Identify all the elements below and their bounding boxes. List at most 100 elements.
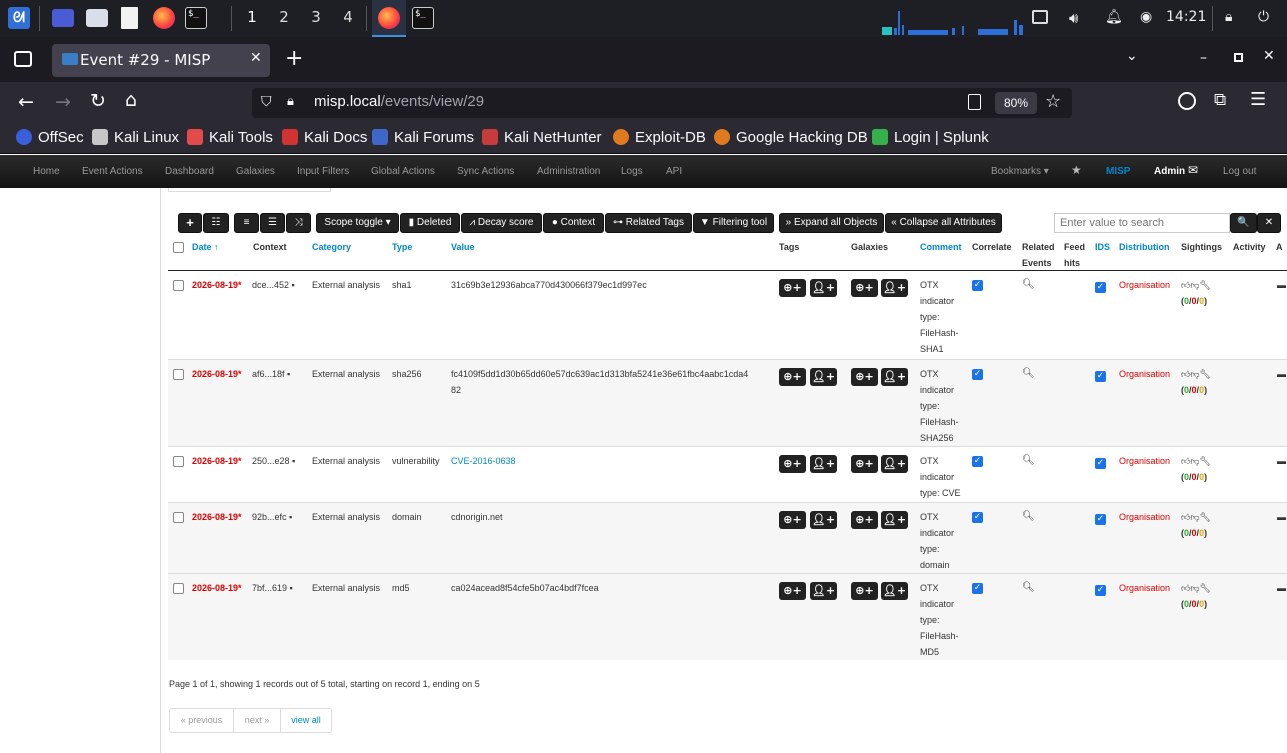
thumbs-down-icon[interactable]: 👎︎ bbox=[1190, 280, 1199, 290]
wrench-icon[interactable]: 🔧︎ bbox=[1200, 512, 1211, 522]
thumbs-up-icon[interactable]: 👍︎ bbox=[1181, 456, 1190, 466]
context-toggle-button[interactable]: ● Context bbox=[543, 213, 604, 233]
correlate-checkbox[interactable]: ✓ bbox=[972, 456, 983, 467]
collapse-all-attributes-button[interactable]: « Collapse all Attributes bbox=[885, 213, 1002, 233]
row-distribution[interactable]: Organisation bbox=[1119, 366, 1170, 382]
header-category[interactable]: Category bbox=[312, 239, 351, 255]
copy-icon[interactable]: ▪ bbox=[287, 369, 290, 379]
workspace-1[interactable]: 1 bbox=[240, 8, 264, 26]
row-select-checkbox[interactable] bbox=[173, 583, 184, 594]
sightings-controls[interactable]: 👍︎👎︎🔧︎ bbox=[1181, 580, 1211, 596]
row-select-checkbox[interactable] bbox=[173, 456, 184, 467]
lock-icon[interactable]: 🔒︎ bbox=[1225, 9, 1232, 25]
comment-action-icon[interactable]: ▬ bbox=[1277, 453, 1286, 469]
row-context-uuid[interactable]: 92b...efc ▪ bbox=[252, 509, 292, 525]
reader-view-icon[interactable] bbox=[968, 94, 981, 110]
active-window-firefox[interactable] bbox=[372, 0, 406, 37]
correlate-checkbox[interactable]: ✓ bbox=[972, 583, 983, 594]
row-value[interactable]: CVE-2016-0638 bbox=[451, 453, 516, 469]
tab-close-icon[interactable]: ✕ bbox=[250, 50, 262, 66]
related-tags-button[interactable]: ⊶ Related Tags bbox=[605, 213, 692, 233]
star-icon[interactable]: ★ bbox=[1071, 163, 1082, 177]
nav-administration[interactable]: Administration bbox=[537, 166, 600, 177]
sightings-controls[interactable]: 👍︎👎︎🔧︎ bbox=[1181, 509, 1211, 525]
text-editor-icon[interactable] bbox=[121, 7, 138, 29]
row-value[interactable]: ca024acead8f54cfe5b07ac4bdf7fcea bbox=[451, 580, 599, 596]
new-tab-button[interactable]: + bbox=[285, 46, 303, 71]
add-local-tag-button[interactable]: 👤︎+ bbox=[810, 279, 837, 297]
ids-checkbox[interactable]: ✓ bbox=[1095, 371, 1106, 382]
sightings-controls[interactable]: 👍︎👎︎🔧︎ bbox=[1181, 366, 1211, 382]
terminal-icon[interactable]: $_ bbox=[185, 7, 207, 29]
add-tag-button[interactable]: ⊕+ bbox=[779, 368, 806, 386]
thumbs-down-icon[interactable]: 👎︎ bbox=[1190, 369, 1199, 379]
comment-action-icon[interactable]: ▬ bbox=[1277, 277, 1286, 293]
ids-checkbox[interactable]: ✓ bbox=[1095, 585, 1106, 596]
add-tag-button[interactable]: ⊕+ bbox=[779, 279, 806, 297]
window-maximize-button[interactable] bbox=[1234, 53, 1243, 62]
nav-input-filters[interactable]: Input Filters bbox=[297, 166, 349, 177]
row-select-checkbox[interactable] bbox=[173, 280, 184, 291]
add-local-galaxy-button[interactable]: 👤︎+ bbox=[881, 368, 908, 386]
add-galaxy-button[interactable]: ⊕+ bbox=[851, 582, 878, 600]
nav-home[interactable]: Home bbox=[33, 166, 60, 177]
related-events-search-icon[interactable]: 🔍︎ bbox=[1022, 277, 1035, 293]
nav-global-actions[interactable]: Global Actions bbox=[371, 166, 435, 177]
copy-icon[interactable]: ▪ bbox=[289, 512, 292, 522]
kali-menu-icon[interactable]: ᘛ bbox=[8, 7, 30, 29]
thumbs-down-icon[interactable]: 👎︎ bbox=[1190, 456, 1199, 466]
zoom-level-badge[interactable]: 80% bbox=[995, 92, 1037, 114]
home-icon[interactable]: ⌂ bbox=[125, 89, 137, 111]
select-all-checkbox[interactable] bbox=[173, 242, 184, 253]
add-attribute-button[interactable]: + bbox=[178, 213, 202, 233]
row-context-uuid[interactable]: 7bf...619 ▪ bbox=[252, 580, 293, 596]
expand-all-objects-button[interactable]: » Expand all Objects bbox=[779, 213, 884, 233]
nav-logs[interactable]: Logs bbox=[621, 166, 643, 177]
nav-bookmarks-dropdown[interactable]: Bookmarks ▾ bbox=[991, 166, 1049, 177]
row-date[interactable]: 2026-08-19* bbox=[192, 580, 242, 596]
bookmark-kali-nethunter[interactable]: Kali NetHunter bbox=[482, 129, 602, 146]
row-value[interactable]: 31c69b3e12936abca770d430066f379ec1d997ec bbox=[451, 277, 647, 293]
forward-arrow-icon[interactable]: → bbox=[55, 91, 71, 113]
add-tag-button[interactable]: ⊕+ bbox=[779, 582, 806, 600]
clear-search-button[interactable]: ✕ bbox=[1257, 213, 1281, 233]
row-distribution[interactable]: Organisation bbox=[1119, 277, 1170, 293]
related-events-search-icon[interactable]: 🔍︎ bbox=[1022, 509, 1035, 525]
account-icon[interactable] bbox=[1178, 92, 1196, 110]
network-icon[interactable] bbox=[1032, 10, 1048, 24]
tab-list-chevron-icon[interactable]: ⌄ bbox=[1126, 48, 1138, 64]
ids-checkbox[interactable]: ✓ bbox=[1095, 282, 1106, 293]
show-desktop-icon[interactable] bbox=[52, 9, 74, 27]
add-galaxy-button[interactable]: ⊕+ bbox=[851, 279, 878, 297]
sightings-controls[interactable]: 👍︎👎︎🔧︎ bbox=[1181, 277, 1211, 293]
nav-galaxies[interactable]: Galaxies bbox=[236, 166, 275, 177]
bookmark-splunk-login[interactable]: Login | Splunk bbox=[872, 129, 989, 146]
add-local-galaxy-button[interactable]: 👤︎+ bbox=[881, 511, 908, 529]
add-tag-button[interactable]: ⊕+ bbox=[779, 455, 806, 473]
pagination-previous[interactable]: « previous bbox=[169, 708, 234, 733]
add-local-galaxy-button[interactable]: 👤︎+ bbox=[881, 455, 908, 473]
workspace-4[interactable]: 4 bbox=[336, 8, 360, 26]
align-justify-button[interactable]: ≡ bbox=[234, 213, 259, 233]
row-date[interactable]: 2026-08-19* bbox=[192, 366, 242, 382]
lock-icon[interactable]: 🔒︎ bbox=[287, 94, 294, 109]
related-events-search-icon[interactable]: 🔍︎ bbox=[1022, 580, 1035, 596]
menu-hamburger-icon[interactable]: ☰ bbox=[1250, 89, 1266, 110]
header-type[interactable]: Type bbox=[392, 239, 412, 255]
row-value[interactable]: fc4109f5dd1d30b65dd60e57dc639ac1d313bfa5… bbox=[451, 366, 748, 398]
add-tag-button[interactable]: ⊕+ bbox=[779, 511, 806, 529]
shuffle-button[interactable]: ⤨ bbox=[286, 213, 311, 233]
nav-misp-brand[interactable]: MISP bbox=[1106, 166, 1130, 177]
bookmark-kali-linux[interactable]: Kali Linux bbox=[92, 129, 179, 146]
pagination-next[interactable]: next » bbox=[233, 708, 281, 733]
thumbs-up-icon[interactable]: 👍︎ bbox=[1181, 280, 1190, 290]
header-value[interactable]: Value bbox=[451, 239, 475, 255]
ids-checkbox[interactable]: ✓ bbox=[1095, 514, 1106, 525]
copy-icon[interactable]: ▪ bbox=[292, 280, 295, 290]
wrench-icon[interactable]: 🔧︎ bbox=[1200, 583, 1211, 593]
pagination-view-all[interactable]: view all bbox=[280, 708, 332, 733]
row-value[interactable]: cdnorigin.net bbox=[451, 509, 503, 525]
terminal-window-icon[interactable]: $_ bbox=[412, 7, 434, 29]
notifications-icon[interactable]: 🔔︎ bbox=[1105, 9, 1123, 25]
row-date[interactable]: 2026-08-19* bbox=[192, 509, 242, 525]
